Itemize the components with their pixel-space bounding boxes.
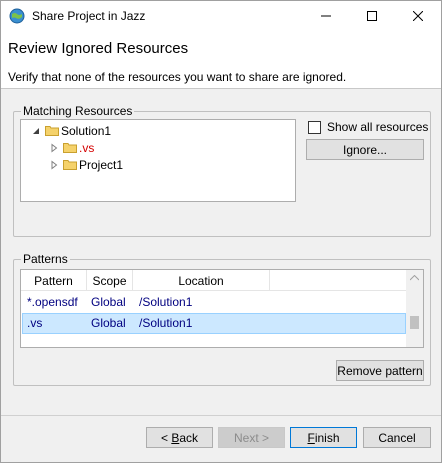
matching-resources-label: Matching Resources	[21, 104, 135, 118]
patterns-label: Patterns	[21, 252, 70, 266]
patterns-table[interactable]: Pattern Scope Location *.opensdf Global …	[20, 269, 424, 348]
column-header-pattern[interactable]: Pattern	[21, 270, 87, 291]
ignore-button-label: Ignore...	[342, 142, 388, 157]
patterns-group: Patterns Pattern Scope Location *.opensd…	[13, 252, 431, 386]
table-header: Pattern Scope Location	[21, 270, 407, 291]
page-title: Review Ignored Resources	[8, 40, 189, 57]
matching-resources-group: Matching Resources Solution1 .vs Project…	[13, 104, 431, 237]
resource-tree[interactable]: Solution1 .vs Project1	[20, 119, 296, 202]
collapsed-arrow-icon[interactable]	[49, 142, 59, 153]
table-row-selected[interactable]: .vs Global /Solution1	[22, 313, 406, 334]
back-mnemonic: B	[171, 430, 180, 445]
footer-divider	[1, 415, 441, 416]
cell-pattern: *.opensdf	[27, 295, 78, 309]
cell-location: /Solution1	[139, 295, 193, 309]
vertical-scrollbar[interactable]	[406, 270, 423, 347]
column-header-scope[interactable]: Scope	[87, 270, 133, 291]
cancel-button[interactable]: Cancel	[363, 427, 431, 448]
minimize-icon	[321, 15, 331, 17]
finish-rest: inish	[314, 430, 340, 445]
tree-item-label: .vs	[79, 140, 95, 155]
tree-item-solution1[interactable]: Solution1	[31, 122, 111, 139]
cell-scope: Global	[91, 316, 126, 330]
remove-pattern-label: Remove pattern	[337, 363, 423, 378]
tree-item-project1[interactable]: Project1	[49, 156, 123, 173]
tree-item-label: Project1	[79, 157, 124, 172]
back-button[interactable]: < Back	[146, 427, 213, 448]
tree-item-vs[interactable]: .vs	[49, 139, 94, 156]
table-row[interactable]: *.opensdf Global /Solution1	[22, 292, 406, 313]
checkbox-box[interactable]	[308, 120, 321, 134]
finish-button[interactable]: Finish	[290, 427, 357, 448]
scrollbar-thumb[interactable]	[410, 316, 419, 329]
remove-pattern-button[interactable]: Remove pattern	[336, 360, 424, 381]
cell-scope: Global	[91, 295, 126, 309]
back-prefix: <	[160, 430, 172, 445]
close-button[interactable]	[395, 1, 441, 31]
back-rest: ack	[179, 430, 199, 445]
minimize-button[interactable]	[303, 1, 349, 31]
scroll-up-icon[interactable]	[410, 275, 419, 281]
cancel-label: Cancel	[378, 430, 416, 445]
maximize-button[interactable]	[349, 1, 395, 31]
column-header-location[interactable]: Location	[133, 270, 270, 291]
maximize-icon	[367, 11, 377, 21]
tree-item-label: Solution1	[61, 123, 112, 138]
jazz-globe-icon	[9, 8, 25, 24]
window-title: Share Project in Jazz	[32, 9, 146, 23]
wizard-header: Review Ignored Resources Verify that non…	[1, 31, 441, 89]
show-all-resources-checkbox[interactable]: Show all resources	[308, 120, 428, 134]
next-label: Next >	[233, 430, 269, 445]
collapsed-arrow-icon[interactable]	[49, 159, 59, 170]
folder-icon	[63, 160, 77, 170]
show-all-label: Show all resources	[327, 120, 429, 134]
title-bar: Share Project in Jazz	[1, 1, 441, 31]
finish-mnemonic: F	[307, 430, 315, 445]
folder-icon	[63, 143, 77, 153]
page-description: Verify that none of the resources you wa…	[8, 70, 347, 84]
expanded-arrow-icon[interactable]	[31, 126, 41, 136]
wizard-window: Share Project in Jazz Review Ignored Res…	[0, 0, 442, 463]
next-button[interactable]: Next >	[218, 427, 285, 448]
folder-icon	[45, 126, 59, 136]
cell-location: /Solution1	[139, 316, 193, 330]
ignore-button[interactable]: Ignore...	[306, 139, 424, 160]
close-icon	[413, 11, 423, 21]
cell-pattern: .vs	[27, 316, 43, 330]
